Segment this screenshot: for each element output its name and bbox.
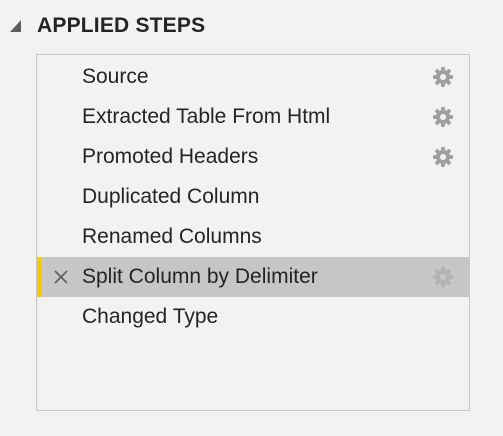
gear-icon[interactable] [432, 106, 454, 128]
step-source[interactable]: Source [37, 57, 469, 97]
step-duplicated-column[interactable]: Duplicated Column [37, 177, 469, 217]
step-extracted-table-from-html[interactable]: Extracted Table From Html [37, 97, 469, 137]
step-split-column-by-delimiter[interactable]: Split Column by Delimiter [37, 257, 469, 297]
applied-steps-header[interactable]: APPLIED STEPS [0, 0, 503, 52]
delete-x-icon[interactable] [52, 268, 70, 286]
step-label: Extracted Table From Html [82, 105, 331, 128]
section-title: APPLIED STEPS [37, 14, 206, 37]
step-label: Duplicated Column [82, 185, 260, 208]
step-label: Changed Type [82, 305, 219, 328]
gear-icon[interactable] [432, 146, 454, 168]
step-label: Renamed Columns [82, 225, 262, 248]
gear-icon[interactable] [432, 266, 454, 288]
gear-icon[interactable] [432, 66, 454, 88]
applied-steps-list: Source Extracted Table From Html Promote… [36, 54, 470, 411]
step-label: Promoted Headers [82, 145, 259, 168]
step-changed-type[interactable]: Changed Type [37, 297, 469, 337]
step-label: Split Column by Delimiter [82, 265, 318, 288]
step-renamed-columns[interactable]: Renamed Columns [37, 217, 469, 257]
selection-accent-bar [37, 257, 41, 297]
collapse-triangle-icon[interactable] [9, 19, 23, 33]
step-label: Source [82, 65, 149, 88]
step-promoted-headers[interactable]: Promoted Headers [37, 137, 469, 177]
